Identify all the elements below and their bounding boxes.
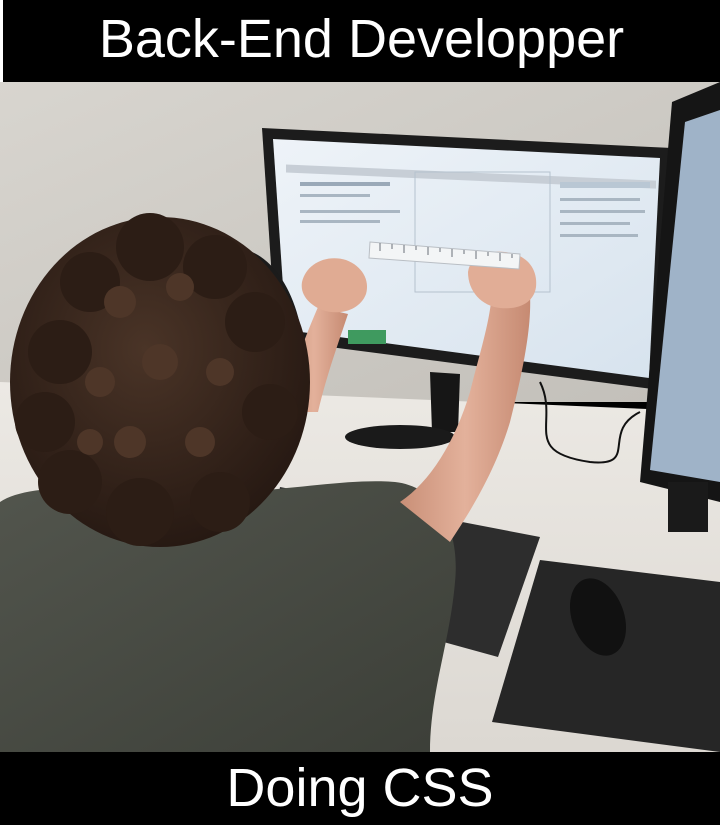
top-caption: Back-End Developper <box>0 0 720 82</box>
monitor-stand <box>430 372 460 432</box>
meme-image: Back-End Developper Doing CSS <box>0 0 720 825</box>
bottom-caption: Doing CSS <box>0 752 720 825</box>
photo <box>0 82 720 752</box>
green-button-on-screen <box>348 330 386 344</box>
photo-scene <box>0 82 720 752</box>
monitor-base <box>345 425 455 449</box>
